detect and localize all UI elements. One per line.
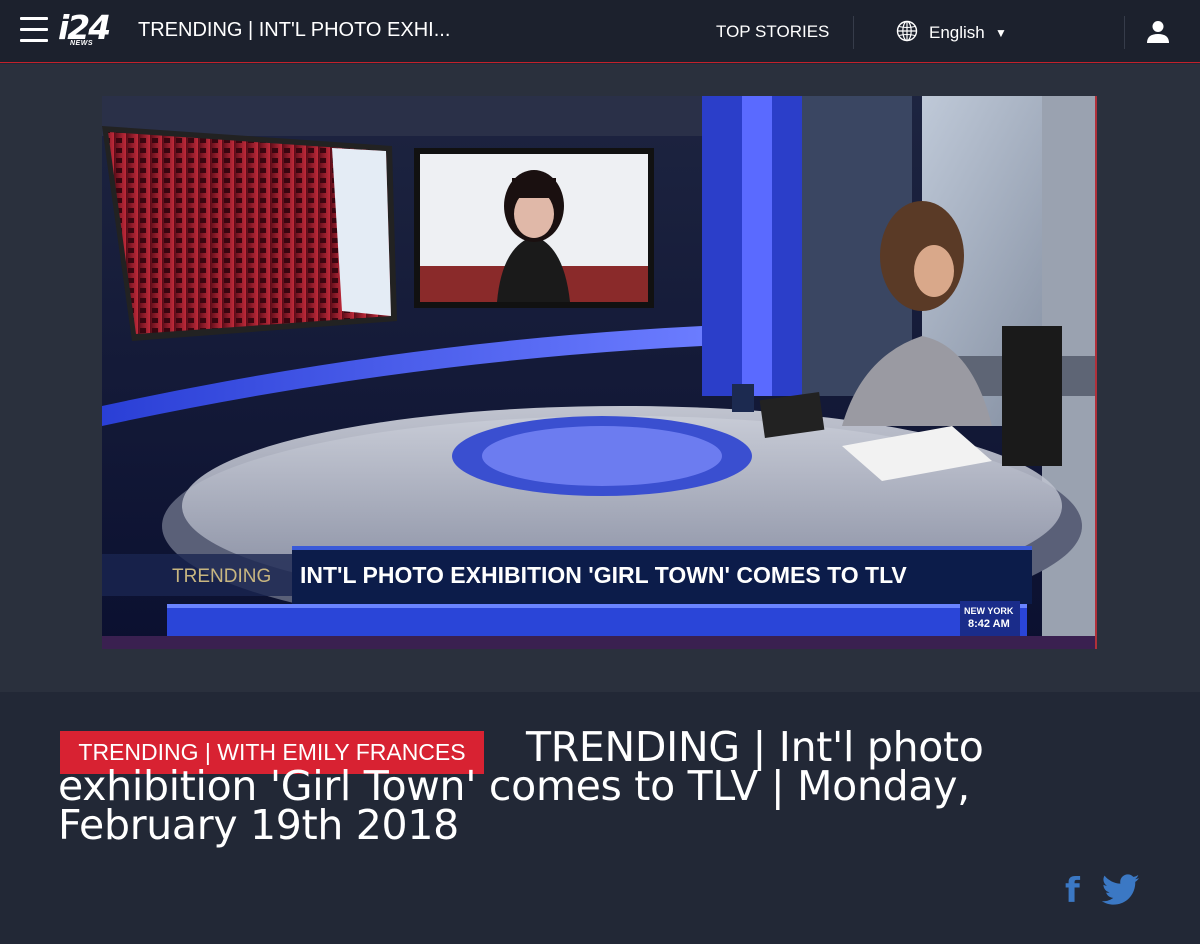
video-frame: TRENDING INT'L PHOTO EXHIBITION 'GIRL TO… bbox=[102, 96, 1095, 649]
lower-third-tag: TRENDING bbox=[172, 566, 271, 587]
header-divider bbox=[1124, 16, 1125, 49]
twitter-icon[interactable] bbox=[1102, 874, 1140, 906]
article-title: TRENDING | Int'l photo exhibition 'Girl … bbox=[58, 723, 984, 849]
facebook-icon[interactable]: f bbox=[1064, 872, 1082, 906]
lower-third-headline: INT'L PHOTO EXHIBITION 'GIRL TOWN' COMES… bbox=[300, 562, 907, 588]
menu-bar bbox=[20, 39, 48, 42]
location-label: NEW YORK bbox=[964, 606, 1014, 616]
language-label: English bbox=[929, 23, 985, 42]
video-section: TRENDING INT'L PHOTO EXHIBITION 'GIRL TO… bbox=[0, 64, 1200, 692]
menu-bar bbox=[20, 28, 48, 31]
header-divider bbox=[853, 16, 854, 49]
menu-bar bbox=[20, 17, 48, 20]
menu-icon[interactable] bbox=[20, 17, 48, 43]
logo-subtext: NEWS bbox=[70, 40, 93, 47]
header-title: TRENDING | INT'L PHOTO EXHI... bbox=[138, 19, 451, 41]
top-stories-link[interactable]: TOP STORIES bbox=[716, 22, 829, 42]
user-icon[interactable] bbox=[1144, 18, 1172, 46]
globe-icon bbox=[896, 20, 918, 42]
top-header: i24 NEWS TRENDING | INT'L PHOTO EXHI... … bbox=[0, 0, 1200, 63]
video-player[interactable]: TRENDING INT'L PHOTO EXHIBITION 'GIRL TO… bbox=[102, 96, 1097, 649]
facebook-glyph: f bbox=[1065, 872, 1081, 906]
chevron-down-icon: ▼ bbox=[995, 26, 1007, 40]
time-label: 8:42 AM bbox=[968, 618, 1010, 630]
i24-logo[interactable]: i24 NEWS bbox=[58, 8, 120, 50]
